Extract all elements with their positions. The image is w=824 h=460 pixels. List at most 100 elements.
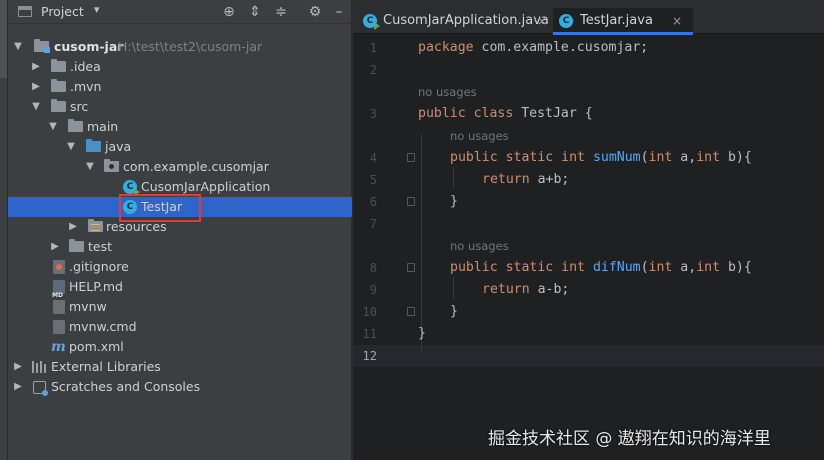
chevron-down-icon[interactable]: ▼: [12, 37, 24, 57]
code-text: b){: [720, 260, 752, 275]
tree-item-resources[interactable]: ▶ resources: [8, 217, 352, 237]
tree-item-scratches[interactable]: ▶ Scratches and Consoles: [8, 377, 352, 397]
chevron-right-icon[interactable]: ▶: [30, 77, 42, 97]
project-tool-tab[interactable]: [0, 0, 7, 78]
code-line: package com.example.cusomjar;: [418, 37, 648, 59]
folder-icon: [51, 99, 66, 112]
tree-item-java[interactable]: ▼ java: [8, 137, 352, 157]
tab-cusomjarapplication[interactable]: C CusomJarApplication.java ×: [363, 8, 553, 34]
code-text: a-b;: [529, 282, 570, 297]
tree-item-help[interactable]: HELP.md: [8, 277, 352, 306]
tab-testjar[interactable]: C TestJar.java ×: [553, 8, 693, 35]
tree-item-label: java: [105, 139, 132, 154]
fold-icon[interactable]: [407, 263, 415, 272]
line-number: 3: [369, 107, 377, 121]
usage-hint[interactable]: no usages: [418, 81, 477, 103]
folder-icon: [51, 79, 66, 92]
tab-label: CusomJarApplication.java: [383, 13, 549, 28]
fold-icon[interactable]: [407, 153, 415, 162]
usage-hint[interactable]: no usages: [450, 235, 509, 257]
project-window-icon: [18, 6, 32, 17]
indent-guide: [453, 167, 454, 189]
folder-icon: [68, 119, 83, 132]
folder-icon: [69, 239, 84, 252]
code-text: TestJar {: [513, 106, 593, 121]
chevron-right-icon[interactable]: ▶: [67, 217, 79, 237]
module-folder-icon: [34, 39, 50, 53]
tab-label: TestJar.java: [580, 13, 653, 28]
fold-icon[interactable]: [407, 197, 415, 206]
tree-item-label: mvnw.cmd: [69, 319, 137, 334]
line-number: 11: [362, 327, 377, 341]
chevron-right-icon[interactable]: ▶: [30, 57, 42, 77]
library-icon: [32, 361, 46, 373]
close-icon[interactable]: ×: [672, 8, 682, 34]
code-text: a+b;: [529, 172, 570, 187]
chevron-down-icon[interactable]: ▼: [84, 157, 96, 177]
tree-item-label: test: [88, 239, 113, 254]
tree-item-pom[interactable]: m pom.xml: [8, 337, 352, 357]
tree-item-mvnw[interactable]: mvnw: [8, 297, 352, 317]
code-line: return a+b;: [482, 169, 569, 191]
keyword: public static int: [450, 260, 585, 275]
line-number: 9: [369, 283, 377, 297]
package-icon: [104, 159, 119, 172]
code-text: a,: [672, 150, 697, 165]
chevron-right-icon[interactable]: ▶: [12, 357, 24, 377]
tree-item-src[interactable]: ▼ src: [8, 97, 352, 117]
line-number: 4: [369, 151, 377, 165]
method-name: difNum: [592, 260, 641, 275]
tree-item-label: resources: [106, 219, 167, 234]
chevron-down-icon[interactable]: ▼: [47, 117, 59, 137]
chevron-down-icon[interactable]: ▾: [94, 3, 100, 16]
chevron-right-icon[interactable]: ▶: [12, 377, 24, 397]
hide-icon[interactable]: –: [330, 3, 348, 21]
tree-item-root[interactable]: ▼ cusom-jar H:\test\test2\cusom-jar: [8, 37, 352, 57]
watermark: 掘金技术社区 @ 遨翔在知识的海洋里: [488, 429, 771, 449]
tree-item-mvn[interactable]: ▶ .mvn: [8, 77, 352, 97]
tree-item-test[interactable]: ▶ test: [8, 237, 352, 257]
crosshair-icon[interactable]: ⊕: [220, 3, 238, 21]
tree-item-label: Scratches and Consoles: [51, 379, 201, 394]
line-number: 2: [369, 63, 377, 77]
code-area[interactable]: 1 2 3 4 5 6 7 8 9 10 11 12 package com.e…: [353, 34, 824, 460]
code-line: public static int difNum(int a,int b){: [450, 257, 752, 279]
line-number: 1: [369, 41, 377, 55]
chevron-down-icon[interactable]: ▼: [65, 137, 77, 157]
spring-boot-class-icon: C: [123, 180, 140, 196]
line-number: 6: [369, 195, 377, 209]
code-line: }: [418, 323, 426, 345]
maven-icon: m: [51, 339, 66, 355]
fold-icon[interactable]: [407, 307, 415, 316]
keyword: int: [696, 150, 721, 165]
chevron-down-icon[interactable]: ▼: [30, 97, 42, 117]
gitignore-file-icon: [53, 260, 65, 274]
gear-icon[interactable]: ⚙: [306, 3, 324, 21]
tree-item-testjar[interactable]: C TestJar: [8, 197, 352, 217]
code-line: public class TestJar {: [418, 103, 593, 125]
resources-folder-icon: [88, 219, 103, 232]
chevron-right-icon[interactable]: ▶: [49, 237, 61, 257]
tree-item-label: pom.xml: [69, 339, 124, 354]
tree-item-idea[interactable]: ▶ .idea: [8, 57, 352, 77]
tree-item-label: main: [87, 119, 119, 134]
tree-item-app-class[interactable]: C CusomJarApplication: [8, 177, 352, 197]
folder-icon: [51, 59, 66, 72]
tree-item-mvnw-cmd[interactable]: mvnw.cmd: [8, 317, 352, 337]
project-panel-title[interactable]: Project: [41, 4, 84, 19]
file-icon: [53, 320, 65, 334]
tree-item-external-libraries[interactable]: ▶ External Libraries: [8, 357, 352, 377]
tree-item-main[interactable]: ▼ main: [8, 117, 352, 137]
editor-tab-bar: C CusomJarApplication.java × C TestJar.j…: [353, 0, 824, 35]
project-panel-header: Project ▾ ⊕ ⇕ ≑ ⚙ –: [8, 0, 352, 24]
tree-item-package[interactable]: ▼ com.example.cusomjar: [8, 157, 352, 177]
usage-hint[interactable]: no usages: [450, 125, 509, 147]
method-name: sumNum: [592, 150, 641, 165]
java-class-icon: C: [559, 14, 573, 28]
keyword: int: [648, 150, 673, 165]
close-icon[interactable]: ×: [537, 8, 547, 34]
collapse-all-icon[interactable]: ≑: [272, 3, 290, 21]
code-text: (: [640, 260, 649, 275]
expand-all-icon[interactable]: ⇕: [246, 3, 264, 21]
tree-item-gitignore[interactable]: .gitignore: [8, 257, 352, 277]
